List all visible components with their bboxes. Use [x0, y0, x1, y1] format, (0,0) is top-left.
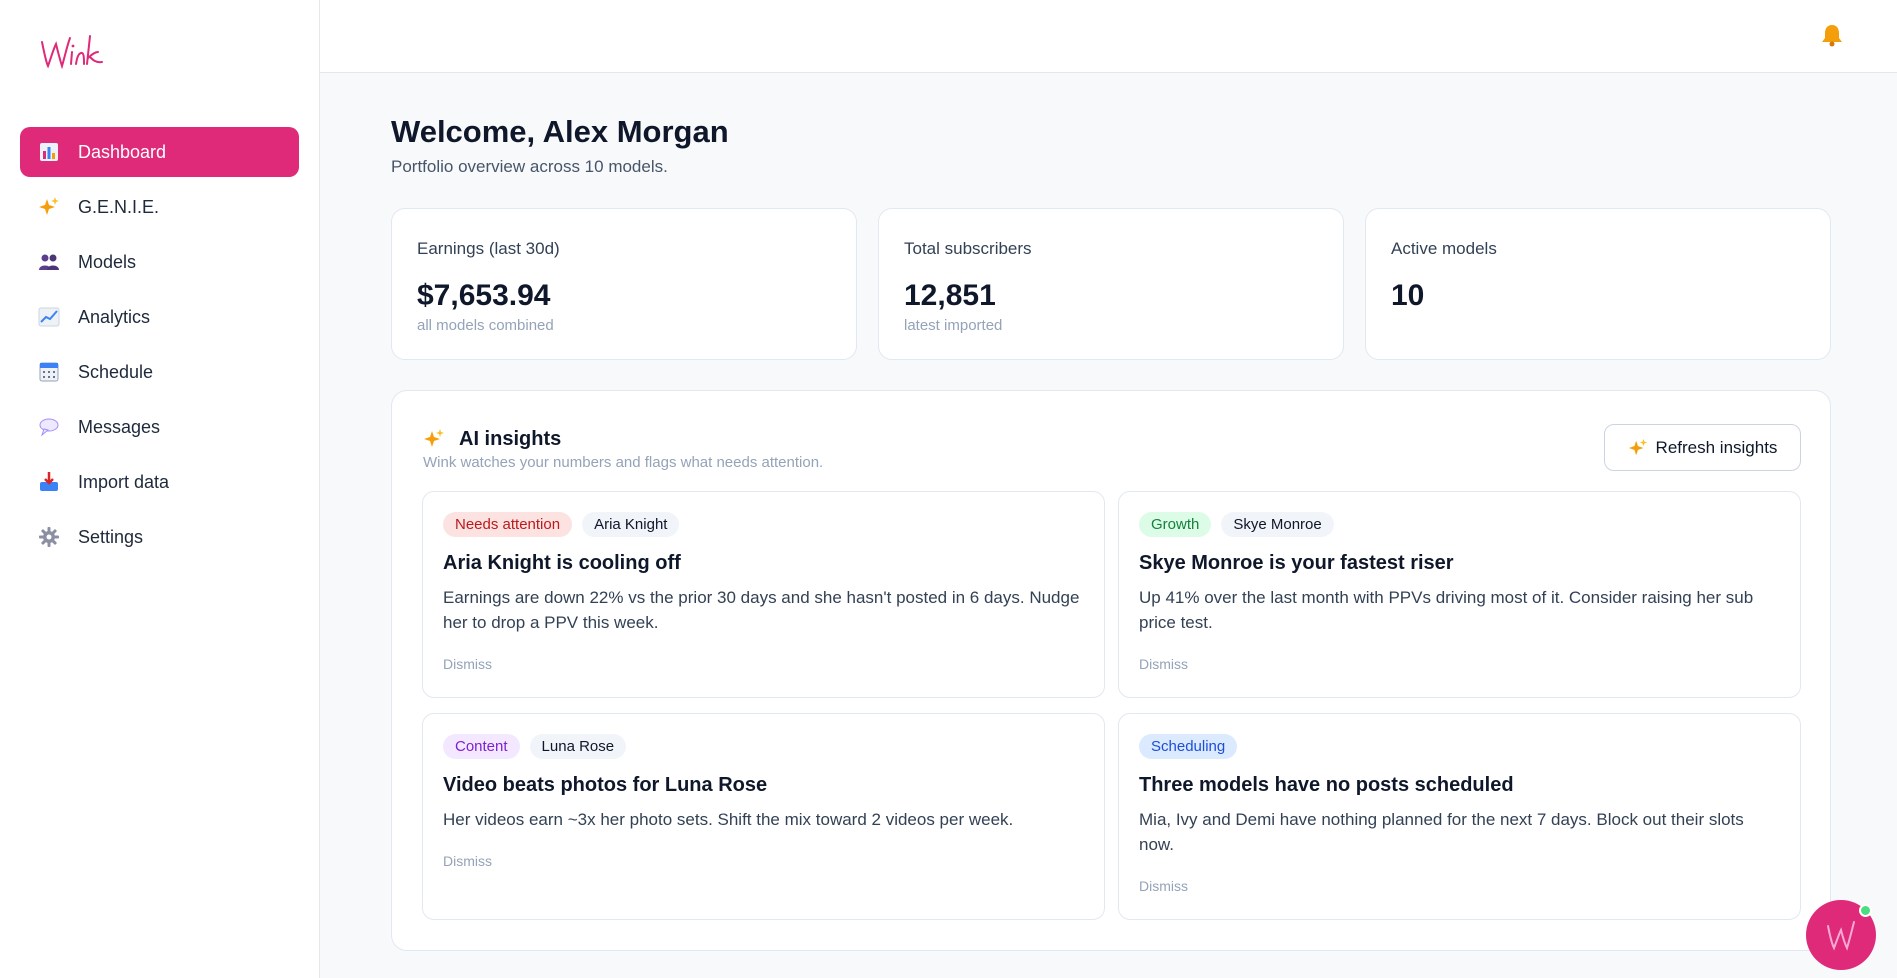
ai-insights-panel: AI insights Wink watches your numbers an… — [391, 390, 1831, 951]
sidebar-item-label: Models — [78, 251, 137, 272]
stat-card-subscribers: Total subscribers 12,851 latest imported — [878, 208, 1344, 360]
sidebar-item-label: Settings — [78, 526, 144, 547]
sidebar: Dashboard G.E.N.I.E. Models Analytics Sc… — [0, 0, 320, 978]
sidebar-item-analytics[interactable]: Analytics — [20, 292, 299, 342]
bell-icon[interactable] — [1819, 22, 1845, 48]
gear-icon — [38, 526, 60, 548]
online-status-dot — [1859, 904, 1872, 917]
dismiss-link[interactable]: Dismiss — [443, 853, 492, 869]
stat-note: all models combined — [417, 317, 554, 334]
insight-body: Mia, Ivy and Demi have nothing planned f… — [1139, 810, 1744, 854]
stat-card-earnings: Earnings (last 30d) $7,653.94 all models… — [391, 208, 857, 360]
sidebar-item-import-data[interactable]: Import data — [20, 457, 299, 507]
people-icon — [38, 251, 60, 273]
insight-category-tag: Content — [443, 734, 520, 759]
page-title: Welcome, Alex Morgan — [391, 114, 729, 149]
insight-card: Scheduling Three models have no posts sc… — [1118, 713, 1801, 920]
sidebar-item-label: G.E.N.I.E. — [78, 196, 160, 217]
insight-title: Skye Monroe is your fastest riser — [1139, 552, 1454, 574]
sidebar-nav: Dashboard G.E.N.I.E. Models Analytics Sc… — [20, 127, 299, 567]
wink-assistant-button[interactable] — [1806, 900, 1876, 970]
sparkles-icon — [1628, 438, 1648, 458]
insight-card: Needs attention Aria Knight Aria Knight … — [422, 491, 1105, 698]
stat-label: Active models — [1391, 239, 1497, 258]
sidebar-item-schedule[interactable]: Schedule — [20, 347, 299, 397]
sparkles-icon — [38, 196, 60, 218]
page-subtitle: Portfolio overview across 10 models. — [391, 157, 668, 176]
dismiss-link[interactable]: Dismiss — [443, 656, 492, 672]
stat-label: Total subscribers — [904, 239, 1032, 258]
line-chart-icon — [38, 306, 60, 328]
sidebar-item-genie[interactable]: G.E.N.I.E. — [20, 182, 299, 232]
dismiss-link[interactable]: Dismiss — [1139, 656, 1188, 672]
insights-subtitle: Wink watches your numbers and flags what… — [423, 454, 824, 471]
stat-label: Earnings (last 30d) — [417, 239, 560, 258]
sidebar-item-label: Dashboard — [78, 141, 167, 162]
insights-title: AI insights — [459, 428, 562, 450]
sidebar-item-label: Schedule — [78, 361, 154, 382]
insight-title: Aria Knight is cooling off — [443, 552, 681, 574]
speech-bubble-icon — [38, 416, 60, 438]
insight-body: Her videos earn ~3x her photo sets. Shif… — [443, 810, 1014, 829]
insight-category-tag: Scheduling — [1139, 734, 1238, 759]
insight-category-tag: Needs attention — [443, 512, 573, 537]
insight-model-tag: Skye Monroe — [1221, 512, 1334, 537]
sidebar-item-label: Messages — [78, 416, 161, 437]
insight-body: Earnings are down 22% vs the prior 30 da… — [443, 588, 1080, 632]
insight-model-tag: Luna Rose — [529, 734, 627, 759]
insight-category-tag: Growth — [1139, 512, 1212, 537]
sidebar-item-label: Import data — [78, 471, 170, 492]
insight-title: Video beats photos for Luna Rose — [443, 774, 768, 796]
inbox-tray-icon — [38, 471, 60, 493]
insight-body: Up 41% over the last month with PPVs dri… — [1139, 588, 1754, 632]
wink-logo[interactable] — [38, 30, 108, 74]
refresh-insights-label: Refresh insights — [1655, 437, 1778, 457]
sidebar-item-dashboard[interactable]: Dashboard — [20, 127, 299, 177]
stat-value: $7,653.94 — [417, 279, 551, 312]
stat-value: 12,851 — [904, 279, 996, 312]
refresh-insights-button[interactable]: Refresh insights — [1604, 424, 1801, 471]
dismiss-link[interactable]: Dismiss — [1139, 878, 1188, 894]
stat-card-active-models: Active models 10 — [1365, 208, 1831, 360]
sidebar-item-label: Analytics — [78, 306, 151, 327]
sparkles-icon — [423, 428, 445, 450]
stat-note: latest imported — [904, 317, 1003, 334]
insight-model-tag: Aria Knight — [582, 512, 680, 537]
stat-value: 10 — [1391, 279, 1425, 312]
insight-card: Content Luna Rose Video beats photos for… — [422, 713, 1105, 920]
bar-chart-icon — [38, 141, 60, 163]
calendar-icon — [38, 361, 60, 383]
insight-title: Three models have no posts scheduled — [1139, 774, 1514, 796]
sidebar-item-messages[interactable]: Messages — [20, 402, 299, 452]
sidebar-item-settings[interactable]: Settings — [20, 512, 299, 562]
sidebar-item-models[interactable]: Models — [20, 237, 299, 287]
top-bar — [320, 0, 1897, 73]
insight-card: Growth Skye Monroe Skye Monroe is your f… — [1118, 491, 1801, 698]
